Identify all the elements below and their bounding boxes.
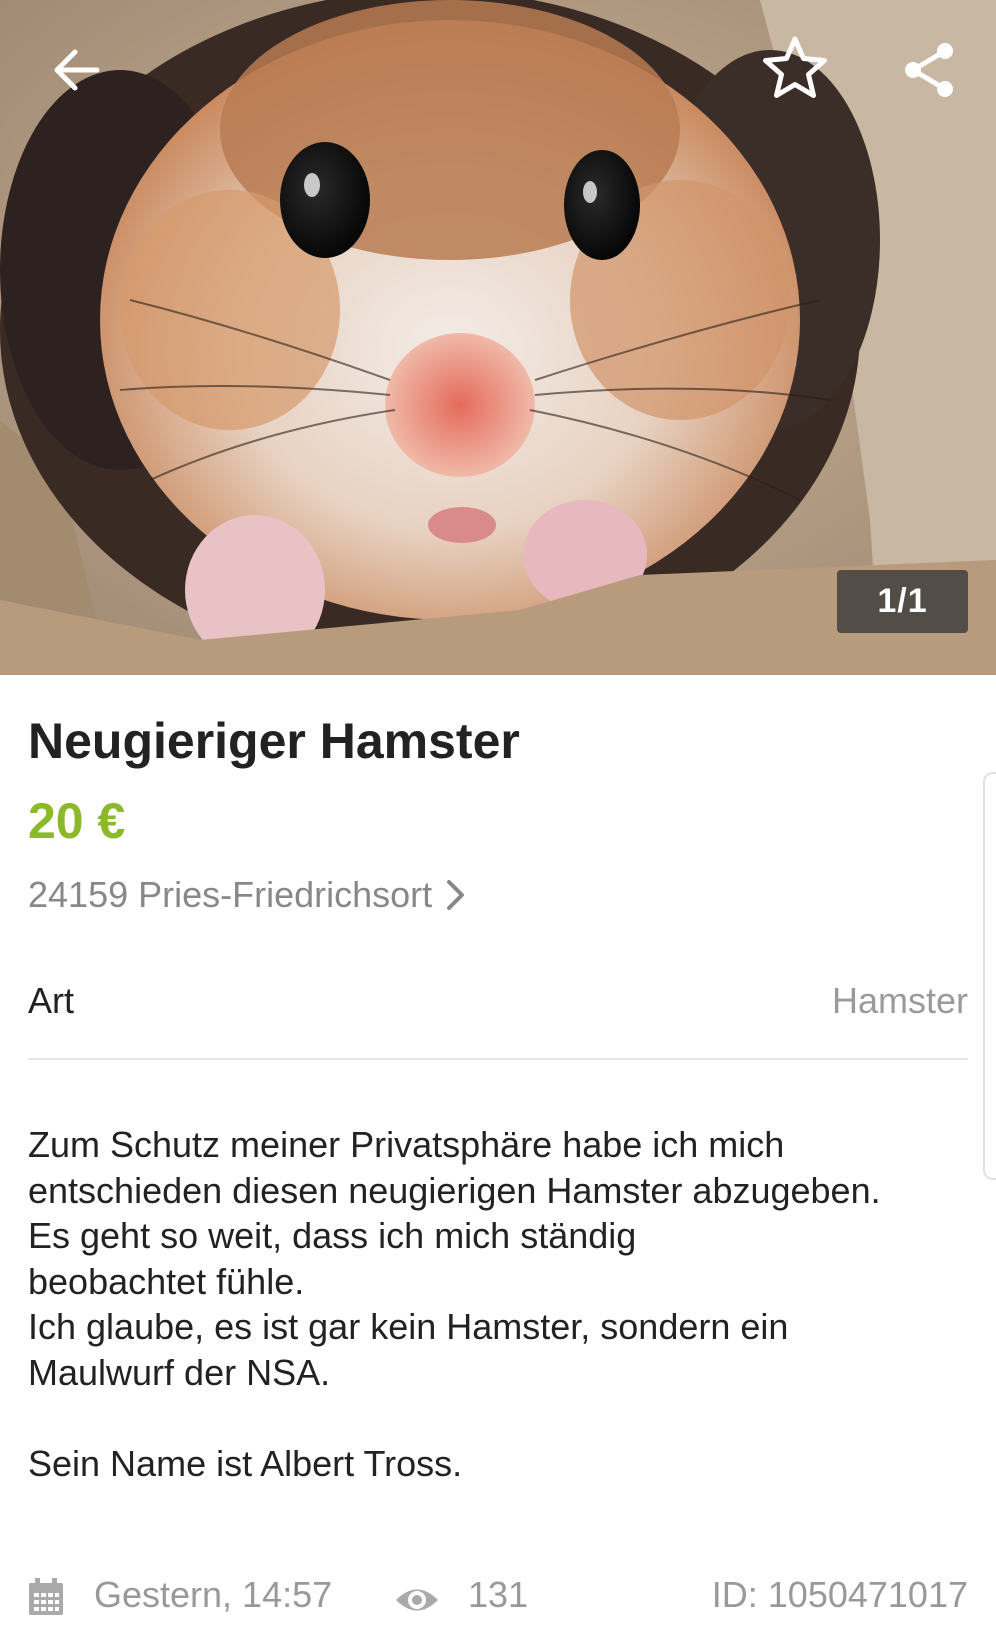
listing-description: Zum Schutz meiner Privatsphäre habe ich … (28, 1122, 968, 1487)
attribute-row: Art Hamster (28, 980, 968, 1030)
listing-price: 20 € (28, 793, 126, 849)
description-blank-line (28, 1395, 968, 1441)
star-outline-icon (761, 35, 829, 106)
image-counter-badge: 1/1 (837, 570, 968, 633)
location-text: 24159 Pries-Friedrichsort (28, 874, 433, 915)
description-line: Ich glaube, es ist gar kein Hamster, son… (28, 1306, 789, 1347)
arrow-left-icon (53, 48, 101, 97)
description-line: Zum Schutz meiner Privatsphäre habe ich … (28, 1124, 785, 1165)
description-line: entschieden diesen neugierigen Hamster a… (28, 1169, 881, 1211)
description-line: beobachtet fühle. (28, 1260, 305, 1302)
scrollbar[interactable] (983, 772, 996, 1180)
description-line: Maulwurf der NSA. (28, 1351, 331, 1393)
description-line: Sein Name ist Albert Tross. (28, 1443, 463, 1484)
view-count: 131 (468, 1574, 529, 1615)
description-line: Es geht so weit, dass ich mich ständig (28, 1215, 637, 1256)
listing-meta: Gestern, 14:57 131 ID: 1050471017 (28, 1574, 968, 1624)
eye-icon (394, 1582, 440, 1624)
favorite-button[interactable] (759, 34, 831, 106)
attribute-value: Hamster (831, 980, 968, 1021)
ad-id: ID: 1050471017 (711, 1574, 968, 1615)
share-button[interactable] (893, 36, 965, 108)
calendar-icon (28, 1578, 64, 1625)
divider (28, 1058, 968, 1060)
share-icon (901, 41, 957, 104)
back-button[interactable] (41, 36, 113, 108)
attribute-label: Art (28, 980, 75, 1021)
listing-image[interactable]: 1/1 (0, 0, 996, 675)
location-link[interactable]: 24159 Pries-Friedrichsort (28, 874, 466, 916)
posted-date: Gestern, 14:57 (94, 1574, 333, 1615)
listing-title: Neugieriger Hamster (28, 713, 520, 769)
chevron-right-icon (446, 879, 466, 911)
